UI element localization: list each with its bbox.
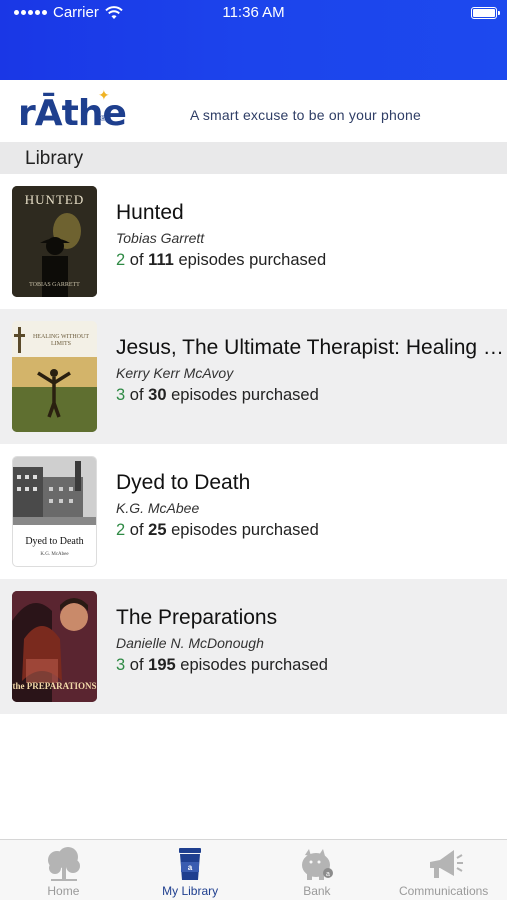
megaphone-icon xyxy=(429,850,463,878)
total-count: 30 xyxy=(148,386,167,404)
tab-label: Bank xyxy=(303,884,331,898)
episodes-suffix: episodes purchased xyxy=(180,656,328,674)
cover-title: Dyed to Death xyxy=(25,536,84,547)
cover-title: the PREPARATIONS xyxy=(12,681,97,691)
battery-icon xyxy=(471,7,500,19)
tab-label: My Library xyxy=(162,884,219,898)
section-title: Library xyxy=(25,148,84,169)
book-row[interactable]: Dyed to Death K.G. McAbee Dyed to Death … xyxy=(0,444,507,579)
book-author: Kerry Kerr McAvoy xyxy=(116,365,234,381)
episode-count: 2 of 25 episodes purchased xyxy=(116,521,507,540)
book-title: Jesus, The Ultimate Therapist: Healing W… xyxy=(116,336,507,359)
of-label: of xyxy=(129,386,144,404)
owned-count: 2 xyxy=(116,251,126,269)
book-cover: the PREPARATIONS xyxy=(12,591,97,702)
svg-text:a: a xyxy=(326,871,330,878)
tab-my-library[interactable]: a My Library xyxy=(127,840,254,900)
tab-label: Communications xyxy=(398,884,489,898)
book-info: Dyed to Death K.G. McAbee 2 of 25 episod… xyxy=(116,470,507,540)
cover-title: HUNTED xyxy=(24,192,85,207)
header-bar: Carrier 11:36 AM xyxy=(0,0,507,80)
tab-label: Home xyxy=(47,884,80,898)
book-cover: HEALING WITHOUT LIMITS xyxy=(12,321,97,432)
episode-count: 2 of 111 episodes purchased xyxy=(116,251,507,270)
svg-text:a: a xyxy=(188,863,193,872)
owned-count: 3 xyxy=(116,386,126,404)
episodes-suffix: episodes purchased xyxy=(178,251,327,269)
book-row[interactable]: the PREPARATIONS The Preparations Daniel… xyxy=(0,579,507,714)
owned-count: 3 xyxy=(116,656,126,674)
brand-row: rĀthe ✦ ® A smart excuse to be on your p… xyxy=(0,80,507,142)
book-title: The Preparations xyxy=(116,606,278,629)
tree-icon xyxy=(48,847,81,881)
book-cover: HUNTED TOBIAS GARRETT xyxy=(12,186,97,297)
book-title: Dyed to Death xyxy=(116,471,251,494)
book-row[interactable]: HUNTED TOBIAS GARRETT Hunted Tobias Garr… xyxy=(0,174,507,309)
of-label: of xyxy=(129,251,144,269)
book-title: Hunted xyxy=(116,201,184,224)
sparkle-icon: ✦ xyxy=(98,87,110,103)
book-row[interactable]: HEALING WITHOUT LIMITS Jesus, The Ultima… xyxy=(0,309,507,444)
cup-icon: a xyxy=(179,848,202,880)
registered-icon: ® xyxy=(100,114,106,123)
section-header: Library xyxy=(0,142,507,174)
tab-bar: Home a My Library a Bank Communications xyxy=(0,839,507,900)
episode-count: 3 of 195 episodes purchased xyxy=(116,656,507,675)
book-info: Hunted Tobias Garrett 2 of 111 episodes … xyxy=(116,200,507,270)
tab-communications[interactable]: Communications xyxy=(380,840,507,900)
piggy-bank-icon: a xyxy=(301,849,333,880)
book-author: Tobias Garrett xyxy=(116,230,205,246)
library-list: HUNTED TOBIAS GARRETT Hunted Tobias Garr… xyxy=(0,174,507,714)
tab-home[interactable]: Home xyxy=(0,840,127,900)
book-author: Danielle N. McDonough xyxy=(116,635,264,651)
book-info: The Preparations Danielle N. McDonough 3… xyxy=(116,605,507,675)
cover-title: HEALING WITHOUT LIMITS xyxy=(32,334,90,347)
total-count: 25 xyxy=(148,521,167,539)
episode-count: 3 of 30 episodes purchased xyxy=(116,386,507,405)
total-count: 111 xyxy=(148,251,174,269)
book-info: Jesus, The Ultimate Therapist: Healing W… xyxy=(116,335,507,405)
of-label: of xyxy=(129,521,144,539)
book-cover: Dyed to Death K.G. McAbee xyxy=(12,456,97,567)
tagline: A smart excuse to be on your phone xyxy=(190,107,421,123)
book-author: K.G. McAbee xyxy=(116,500,200,516)
episodes-suffix: episodes purchased xyxy=(171,386,319,404)
of-label: of xyxy=(129,656,144,674)
cover-author: K.G. McAbee xyxy=(40,552,69,557)
episodes-suffix: episodes purchased xyxy=(171,521,319,539)
total-count: 195 xyxy=(148,656,176,674)
tab-bank[interactable]: a Bank xyxy=(254,840,381,900)
status-bar: Carrier 11:36 AM xyxy=(0,4,507,22)
owned-count: 2 xyxy=(116,521,126,539)
cover-author: TOBIAS GARRETT xyxy=(29,282,80,288)
clock: 11:36 AM xyxy=(222,4,285,21)
